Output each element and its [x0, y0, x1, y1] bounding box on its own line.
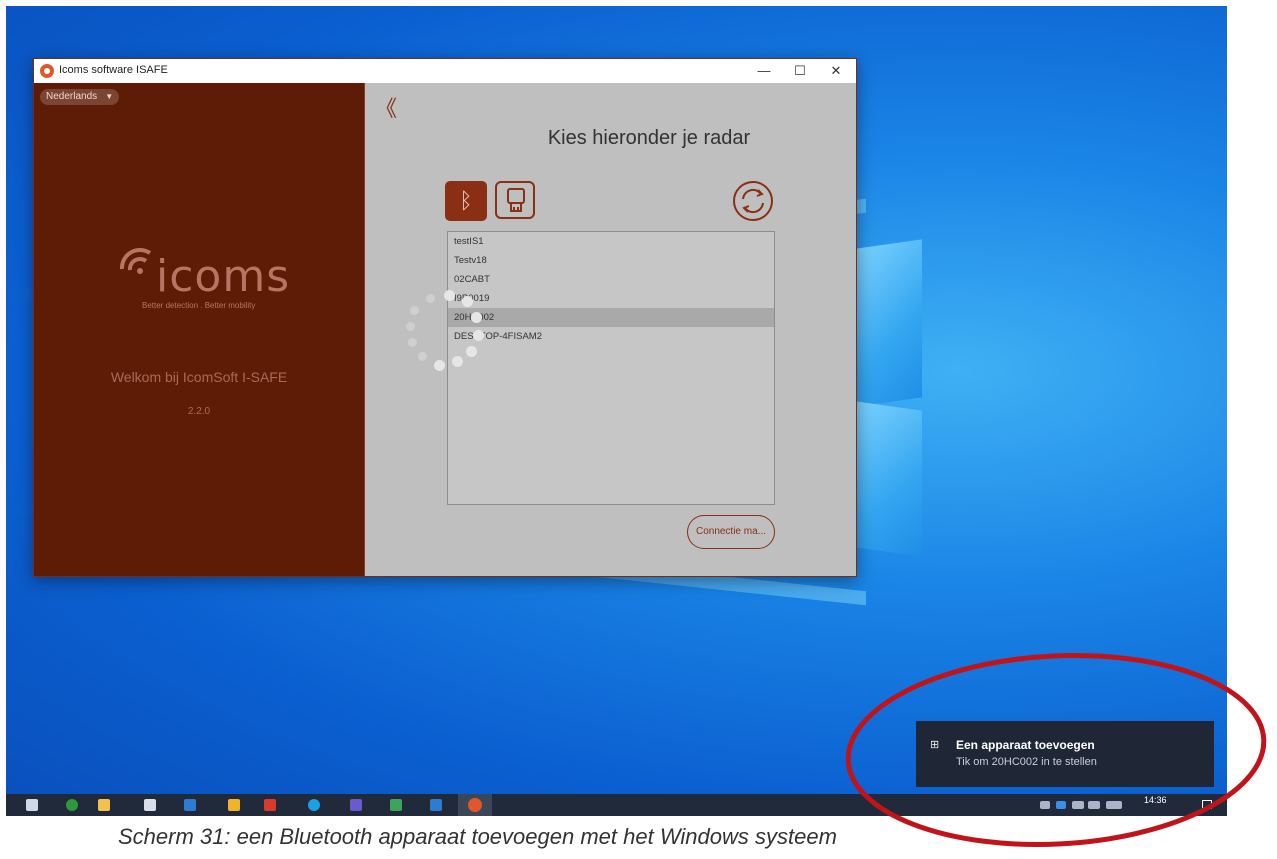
- serial-cable-button[interactable]: [495, 181, 535, 219]
- taskbar-active-app[interactable]: [458, 794, 492, 816]
- language-value: Nederlands: [46, 91, 98, 102]
- main-panel: 《 Kies hieronder je radar ᛒ testIS1 Test…: [364, 83, 856, 576]
- app-logo-icon: [40, 64, 54, 78]
- refresh-button[interactable]: [731, 179, 775, 223]
- app-icon[interactable]: [390, 799, 402, 811]
- spinner-dot: [466, 346, 477, 357]
- app-content: Nederlands ▼ icoms Better detection . Be…: [34, 83, 856, 576]
- list-item[interactable]: DESKTOP-4FISAM2: [448, 327, 774, 346]
- list-item[interactable]: 02CABT: [448, 270, 774, 289]
- icoms-logo: icoms Better detection . Better mobility: [112, 239, 292, 319]
- welcome-text: Welkom bij IcomSoft I-SAFE: [110, 369, 288, 385]
- bluetooth-icon: ᛒ: [459, 188, 473, 213]
- spinner-dot: [473, 330, 484, 341]
- skype-icon[interactable]: [308, 799, 320, 811]
- window-title: Icoms software ISAFE: [59, 64, 168, 76]
- word-icon[interactable]: [184, 799, 196, 811]
- spinner-dot: [418, 352, 427, 361]
- title-bar: Icoms software ISAFE — ☐ ✕: [34, 59, 856, 83]
- printer-icon[interactable]: [144, 799, 156, 811]
- list-item[interactable]: testIS1: [448, 232, 774, 251]
- logo-tagline: Better detection . Better mobility: [142, 301, 256, 310]
- spinner-dot: [408, 338, 417, 347]
- windows-logo-pane: [856, 401, 922, 557]
- spinner-dot: [452, 356, 463, 367]
- search-icon[interactable]: [26, 799, 38, 811]
- back-icon[interactable]: 《: [375, 91, 397, 123]
- language-select[interactable]: Nederlands ▼: [40, 89, 120, 105]
- teams-icon[interactable]: [350, 799, 362, 811]
- edge-browser-icon[interactable]: [66, 799, 78, 811]
- caret-down-icon: ▼: [105, 92, 114, 101]
- connect-button[interactable]: Connectie ma...: [687, 515, 775, 549]
- pdf-reader-icon[interactable]: [264, 799, 276, 811]
- device-list: testIS1 Testv18 02CABT I9P0019 20HC002 D…: [447, 231, 775, 505]
- spinner-dot: [434, 360, 445, 371]
- spinner-dot: [426, 294, 435, 303]
- sticky-notes-icon[interactable]: [228, 799, 240, 811]
- list-item[interactable]: Testv18: [448, 251, 774, 270]
- page-title: Kies hieronder je radar: [547, 127, 751, 149]
- app-window: Icoms software ISAFE — ☐ ✕ Nederlands ▼ …: [33, 58, 857, 577]
- list-item-selected[interactable]: 20HC002: [448, 308, 774, 327]
- sidebar: Nederlands ▼ icoms Better detection . Be…: [34, 83, 364, 576]
- highlight-ellipse: [845, 652, 1267, 848]
- windows-logo-pane: [856, 239, 922, 407]
- minimize-button[interactable]: —: [746, 59, 782, 83]
- spinner-dot: [462, 296, 473, 307]
- close-button[interactable]: ✕: [818, 59, 854, 83]
- version-text: 2.2.0: [187, 406, 211, 417]
- spinner-dot: [410, 306, 419, 315]
- list-item[interactable]: I9P0019: [448, 289, 774, 308]
- serial-plug-icon: [507, 188, 525, 212]
- icoms-app-icon: [468, 798, 482, 812]
- logo-wordmark: icoms: [156, 251, 291, 302]
- bluetooth-button[interactable]: ᛒ: [445, 181, 487, 221]
- maximize-button[interactable]: ☐: [782, 59, 818, 83]
- file-explorer-icon[interactable]: [98, 799, 110, 811]
- refresh-icon: [733, 181, 773, 221]
- spinner-dot: [406, 322, 415, 331]
- spinner-dot: [444, 290, 455, 301]
- outlook-icon[interactable]: [430, 799, 442, 811]
- figure-caption: Scherm 31: een Bluetooth apparaat toevoe…: [118, 824, 837, 849]
- spinner-dot: [471, 312, 482, 323]
